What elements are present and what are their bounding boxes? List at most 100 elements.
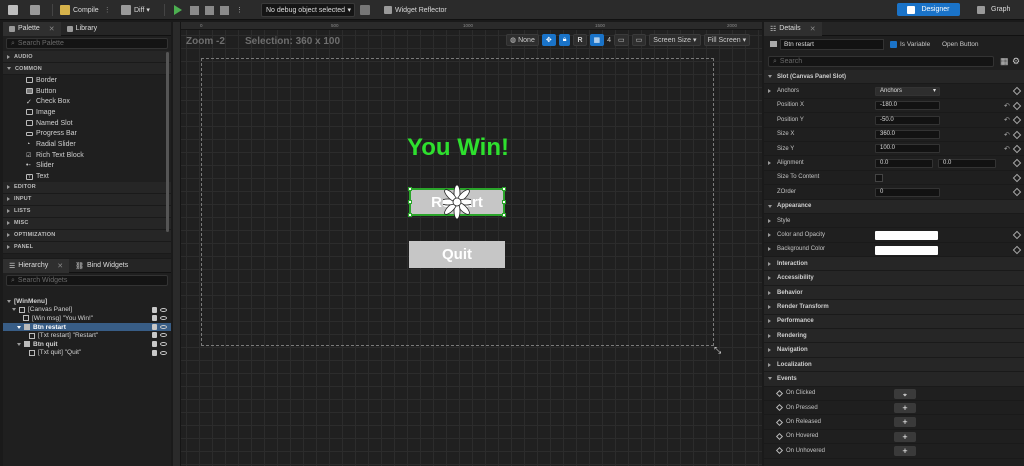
category-panel[interactable]: PANEL — [3, 241, 171, 254]
tab-library[interactable]: Library — [61, 22, 103, 36]
localization-preview-button[interactable]: ◍ None — [506, 34, 539, 46]
lock-icon[interactable] — [152, 332, 157, 339]
play-options-icon[interactable]: ⋮ — [236, 3, 243, 17]
category-editor[interactable]: EDITOR — [3, 181, 171, 194]
section-interaction[interactable]: Interaction — [764, 257, 1024, 272]
widget-reflector-button[interactable]: Widget Reflector — [384, 3, 447, 17]
lock-toggle-button[interactable]: 🔒︎ — [558, 34, 571, 46]
alignment-x-input[interactable]: 0.0 — [875, 158, 933, 168]
anchor-medallion-icon[interactable] — [443, 183, 471, 221]
keyframe-icon[interactable] — [1012, 187, 1022, 197]
selection-handle[interactable] — [502, 213, 506, 217]
play-button[interactable] — [174, 3, 182, 17]
keyframe-icon[interactable] — [1012, 87, 1022, 96]
selection-handle[interactable] — [502, 187, 506, 191]
section-slot[interactable]: Slot (Canvas Panel Slot) — [764, 70, 1024, 85]
is-variable-checkbox[interactable]: Is Variable — [890, 41, 930, 48]
anchors-dropdown[interactable]: Anchors ▾ — [875, 86, 940, 96]
keyframe-icon[interactable] — [1012, 159, 1022, 168]
tab-details[interactable]: ☷ Details ✕ — [764, 21, 822, 36]
zorder-input[interactable]: 0 — [875, 187, 940, 197]
palette-item-border[interactable]: Border — [3, 75, 171, 86]
debug-object-select[interactable]: No debug object selected ▾ — [261, 3, 355, 17]
keyframe-icon[interactable] — [1012, 101, 1022, 111]
quit-button[interactable]: Quit — [409, 241, 505, 268]
category-optimization[interactable]: OPTIMIZATION — [3, 229, 171, 242]
keyframe-icon[interactable] — [1012, 115, 1022, 125]
color-opacity-swatch[interactable] — [875, 231, 938, 241]
close-icon[interactable]: ✕ — [810, 25, 816, 33]
position-y-input[interactable]: -50.0 — [875, 115, 940, 125]
eye-icon[interactable] — [160, 324, 167, 329]
size-to-content-checkbox[interactable] — [875, 173, 883, 182]
hierarchy-row-txt-quit[interactable]: [Txt quit] "Quit" — [3, 349, 171, 358]
palette-item-check-box[interactable]: ✓ Check Box — [3, 96, 171, 107]
lock-icon[interactable] — [152, 349, 157, 356]
palette-item-button[interactable]: Button — [3, 86, 171, 97]
keyframe-icon[interactable] — [1012, 144, 1022, 154]
eye-icon[interactable] — [160, 341, 167, 346]
on-clicked-goto-button[interactable]: ⌖ — [894, 388, 916, 399]
palette-item-slider[interactable]: •- Slider — [3, 161, 171, 172]
size-y-input[interactable]: 100.0 — [875, 144, 940, 154]
palette-item-progress-bar[interactable]: Progress Bar — [3, 128, 171, 139]
selection-handle[interactable] — [408, 213, 412, 217]
respect-locks-button[interactable]: R — [573, 34, 587, 46]
selection-handle[interactable] — [408, 200, 412, 204]
style-row[interactable]: Style — [764, 214, 1024, 229]
on-released-add-button[interactable]: + — [894, 417, 916, 428]
debug-icon[interactable] — [360, 3, 373, 17]
keyframe-icon[interactable] — [1012, 130, 1022, 139]
palette-item-image[interactable]: Image — [3, 107, 171, 118]
lock-icon[interactable] — [152, 340, 157, 347]
size-x-input[interactable]: 360.0 — [875, 130, 940, 140]
keyframe-icon[interactable] — [1012, 231, 1022, 240]
selection-handle[interactable] — [408, 187, 412, 191]
hierarchy-row-winmenu[interactable]: [WinMenu] — [3, 297, 171, 306]
graph-mode-button[interactable]: Graph — [977, 3, 1010, 16]
table-view-icon[interactable]: ▦ — [1000, 56, 1009, 67]
stop-button[interactable] — [205, 3, 214, 17]
keyframe-icon[interactable] — [1012, 173, 1022, 182]
position-x-input[interactable]: -180.0 — [875, 101, 940, 111]
diff-button[interactable]: Diff ▾ — [121, 3, 150, 17]
resize-handle-icon[interactable]: ⤡ — [714, 345, 724, 355]
hierarchy-row-win-msg[interactable]: [Win msg] "You Win!" — [3, 314, 171, 323]
eye-icon[interactable] — [160, 333, 167, 338]
section-accessibility[interactable]: Accessibility — [764, 271, 1024, 286]
palette-item-text[interactable]: T Text — [3, 171, 171, 182]
on-hovered-add-button[interactable]: + — [894, 431, 916, 442]
gear-icon[interactable]: ⚙ — [1012, 56, 1020, 67]
grid-snap-value[interactable]: 4 — [607, 37, 611, 44]
section-navigation[interactable]: Navigation — [764, 343, 1024, 358]
category-lists[interactable]: LISTS — [3, 205, 171, 218]
designer-viewport[interactable]: 0 500 1000 1500 2000 Zoom -2 Selection: … — [173, 22, 762, 466]
tab-palette[interactable]: Palette ✕ — [3, 21, 61, 36]
eye-icon[interactable] — [160, 307, 167, 312]
reset-icon[interactable]: ↶ — [1004, 131, 1010, 139]
compile-button[interactable]: Compile ⋮ — [60, 3, 111, 17]
on-unhovered-add-button[interactable]: + — [894, 446, 916, 457]
selection-handle[interactable] — [502, 200, 506, 204]
category-audio[interactable]: AUDIO — [3, 51, 171, 63]
section-appearance[interactable]: Appearance — [764, 199, 1024, 214]
grid-snap-button[interactable]: ▦ — [589, 34, 605, 46]
save-icon[interactable] — [8, 3, 21, 17]
lock-icon[interactable] — [152, 306, 157, 313]
eject-button[interactable] — [220, 3, 229, 17]
step-button[interactable] — [190, 3, 199, 17]
browse-icon[interactable] — [30, 3, 43, 17]
lock-icon[interactable] — [152, 323, 157, 330]
background-color-swatch[interactable] — [875, 245, 938, 255]
tab-bind-widgets[interactable]: ⛓ Bind Widgets — [69, 259, 134, 273]
hierarchy-row-btn-quit[interactable]: Btn quit — [3, 340, 171, 349]
section-performance[interactable]: Performance — [764, 314, 1024, 330]
eye-icon[interactable] — [160, 316, 167, 321]
palette-search-input[interactable]: ⌕ Search Palette — [6, 38, 168, 49]
close-icon[interactable]: ✕ — [57, 262, 63, 270]
win-message-text[interactable]: You Win! — [373, 134, 543, 162]
reset-icon[interactable]: ↶ — [1004, 116, 1010, 124]
keyframe-icon[interactable] — [1012, 245, 1022, 254]
preview-mode-button[interactable]: ▭ — [614, 34, 629, 46]
lock-icon[interactable] — [152, 315, 157, 322]
